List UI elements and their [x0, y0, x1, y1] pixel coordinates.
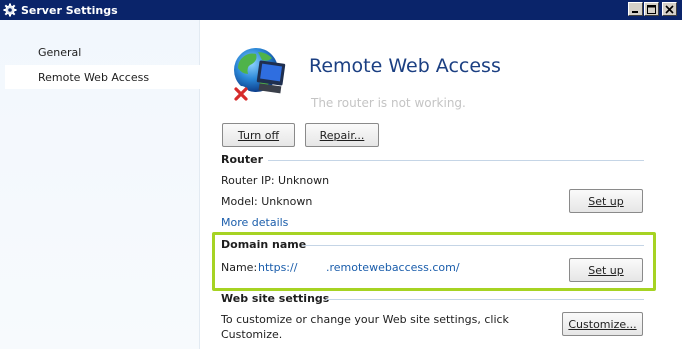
title-bar: Server Settings	[0, 0, 682, 20]
router-model-text: Model: Unknown	[221, 195, 313, 208]
close-button[interactable]	[662, 2, 677, 16]
sidebar-item-remote-web-access[interactable]: Remote Web Access	[5, 65, 200, 89]
minimize-button[interactable]	[628, 2, 643, 16]
router-ip-text: Router IP: Unknown	[221, 174, 330, 187]
maximize-button[interactable]	[644, 2, 659, 16]
domain-url-prefix[interactable]: https://	[258, 261, 297, 274]
sidebar-item-general[interactable]: General	[5, 40, 200, 64]
repair-button[interactable]: Repair...	[305, 123, 379, 147]
turn-off-button[interactable]: Turn off	[222, 123, 295, 147]
domain-setup-button[interactable]: Set up	[569, 258, 643, 282]
website-heading: Web site settings	[221, 292, 330, 305]
router-heading: Router	[221, 153, 264, 166]
globe-error-icon	[233, 48, 286, 102]
website-divider	[326, 299, 644, 300]
minimize-icon	[632, 10, 638, 13]
website-description-line1: To customize or change your Web site set…	[221, 313, 509, 326]
status-text: The router is not working.	[311, 96, 466, 110]
router-divider	[268, 160, 644, 161]
more-details-link[interactable]: More details	[221, 216, 288, 229]
sidebar-item-label: General	[38, 45, 82, 59]
page-title: Remote Web Access	[309, 55, 501, 77]
domain-heading: Domain name	[221, 238, 307, 251]
domain-divider	[302, 245, 644, 246]
maximize-icon	[647, 4, 656, 14]
website-description-line2: Customize.	[221, 328, 283, 341]
gear-icon	[3, 3, 17, 17]
close-icon	[665, 4, 674, 14]
sidebar: General Remote Web Access	[0, 20, 200, 349]
domain-name-label: Name:	[221, 261, 258, 274]
customize-button[interactable]: Customize...	[562, 312, 643, 336]
domain-url-suffix[interactable]: .remotewebaccess.com/	[326, 261, 460, 274]
window-title: Server Settings	[21, 3, 118, 17]
sidebar-item-label: Remote Web Access	[38, 70, 150, 84]
router-setup-button[interactable]: Set up	[569, 189, 643, 213]
